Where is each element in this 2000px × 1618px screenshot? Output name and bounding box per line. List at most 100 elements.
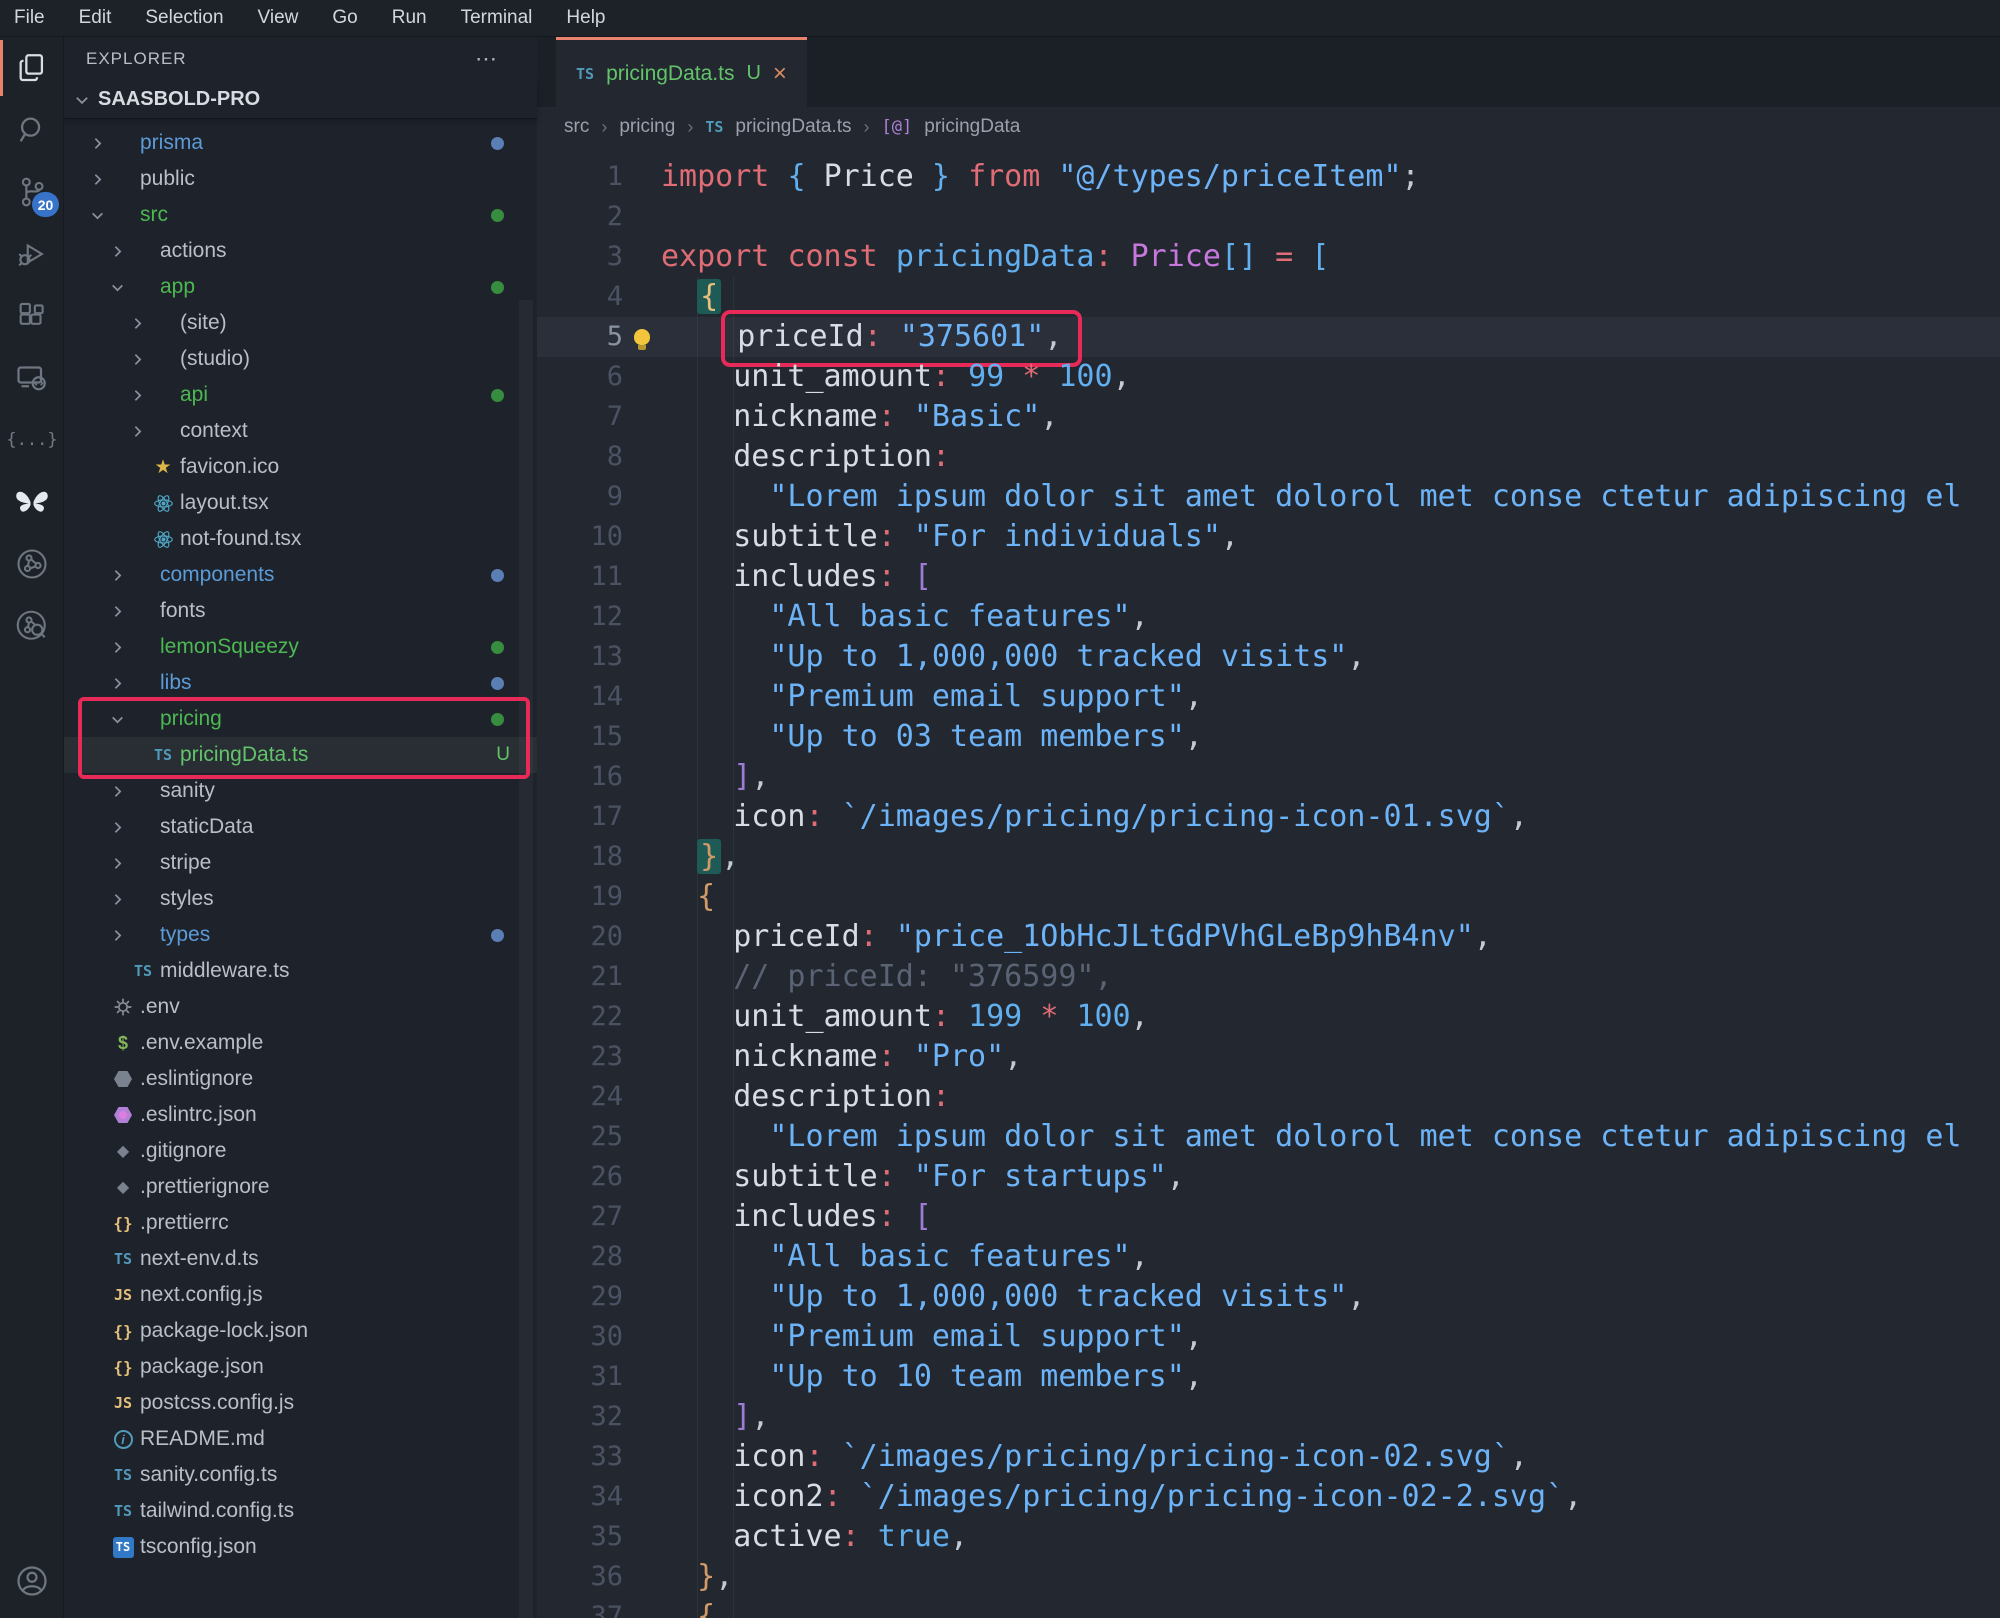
tree-item-package.json[interactable]: {}package.json bbox=[64, 1349, 537, 1385]
menu-item-edit[interactable]: Edit bbox=[79, 7, 112, 29]
tree-item-fonts[interactable]: fonts bbox=[64, 593, 537, 629]
tree-item-stripe[interactable]: stripe bbox=[64, 845, 537, 881]
close-icon[interactable]: × bbox=[773, 62, 787, 86]
explorer-more-actions-icon[interactable]: ⋯ bbox=[475, 46, 499, 72]
code-editor[interactable]: 1import { Price } from "@/types/priceIte… bbox=[537, 147, 2000, 1618]
code-line-31[interactable]: 31 "Up to 10 team members", bbox=[537, 1357, 2000, 1397]
tree-item-context[interactable]: context bbox=[64, 413, 537, 449]
tree-item-src[interactable]: src bbox=[64, 197, 537, 233]
breadcrumb-item-src[interactable]: src bbox=[564, 116, 589, 138]
tree-item-not-found.tsx[interactable]: not-found.tsx bbox=[64, 521, 537, 557]
code-line-24[interactable]: 24 description: bbox=[537, 1077, 2000, 1117]
graph-circle-icon[interactable] bbox=[0, 533, 64, 595]
tree-item-tsconfig.json[interactable]: TStsconfig.json bbox=[64, 1529, 537, 1565]
code-line-9[interactable]: 9 "Lorem ipsum dolor sit amet dolorol me… bbox=[537, 477, 2000, 517]
code-line-30[interactable]: 30 "Premium email support", bbox=[537, 1317, 2000, 1357]
code-line-10[interactable]: 10 subtitle: "For individuals", bbox=[537, 517, 2000, 557]
tree-item-.gitignore[interactable]: ◆.gitignore bbox=[64, 1133, 537, 1169]
code-line-37[interactable]: 37 { bbox=[537, 1597, 2000, 1618]
code-line-16[interactable]: 16 ], bbox=[537, 757, 2000, 797]
tree-item-pricingData.ts[interactable]: TSpricingData.tsU bbox=[64, 737, 537, 773]
menu-item-selection[interactable]: Selection bbox=[145, 7, 223, 29]
code-line-33[interactable]: 33 icon: `/images/pricing/pricing-icon-0… bbox=[537, 1437, 2000, 1477]
code-line-6[interactable]: 6 unit_amount: 99 * 100, bbox=[537, 357, 2000, 397]
code-line-36[interactable]: 36 }, bbox=[537, 1557, 2000, 1597]
code-line-13[interactable]: 13 "Up to 1,000,000 tracked visits", bbox=[537, 637, 2000, 677]
code-line-19[interactable]: 19 { bbox=[537, 877, 2000, 917]
snippets-braces-icon[interactable]: {...} bbox=[0, 409, 64, 471]
menu-item-go[interactable]: Go bbox=[332, 7, 357, 29]
tree-item-sanity[interactable]: sanity bbox=[64, 773, 537, 809]
butterfly-icon[interactable] bbox=[0, 471, 64, 533]
tree-item-next-env.d.ts[interactable]: TSnext-env.d.ts bbox=[64, 1241, 537, 1277]
code-line-23[interactable]: 23 nickname: "Pro", bbox=[537, 1037, 2000, 1077]
search-icon[interactable] bbox=[0, 99, 64, 161]
remote-explorer-icon[interactable] bbox=[0, 347, 64, 409]
tree-item-layout.tsx[interactable]: layout.tsx bbox=[64, 485, 537, 521]
tree-item-postcss.config.js[interactable]: JSpostcss.config.js bbox=[64, 1385, 537, 1421]
explorer-icon[interactable] bbox=[0, 37, 64, 99]
tab-pricingdata[interactable]: TS pricingData.ts U × bbox=[556, 37, 807, 107]
graph-search-circle-icon[interactable] bbox=[0, 595, 64, 657]
code-line-5[interactable]: 5 priceId: "375601", bbox=[537, 317, 2000, 357]
breadcrumb-item-pricingData.ts[interactable]: pricingData.ts bbox=[735, 116, 851, 138]
menu-item-terminal[interactable]: Terminal bbox=[461, 7, 533, 29]
code-line-26[interactable]: 26 subtitle: "For startups", bbox=[537, 1157, 2000, 1197]
code-line-1[interactable]: 1import { Price } from "@/types/priceIte… bbox=[537, 157, 2000, 197]
tree-item-sanity.config.ts[interactable]: TSsanity.config.ts bbox=[64, 1457, 537, 1493]
menu-item-file[interactable]: File bbox=[14, 7, 45, 29]
code-line-20[interactable]: 20 priceId: "price_1ObHcJLtGdPVhGLeBp9hB… bbox=[537, 917, 2000, 957]
tree-item-.prettierignore[interactable]: ◆.prettierignore bbox=[64, 1169, 537, 1205]
code-line-32[interactable]: 32 ], bbox=[537, 1397, 2000, 1437]
sidebar-scrollbar[interactable] bbox=[519, 300, 533, 1618]
code-line-3[interactable]: 3export const pricingData: Price[] = [ bbox=[537, 237, 2000, 277]
code-line-14[interactable]: 14 "Premium email support", bbox=[537, 677, 2000, 717]
tree-item-tailwind.config.ts[interactable]: TStailwind.config.ts bbox=[64, 1493, 537, 1529]
code-line-29[interactable]: 29 "Up to 1,000,000 tracked visits", bbox=[537, 1277, 2000, 1317]
tree-item-studio[interactable]: (studio) bbox=[64, 341, 537, 377]
code-line-12[interactable]: 12 "All basic features", bbox=[537, 597, 2000, 637]
code-line-35[interactable]: 35 active: true, bbox=[537, 1517, 2000, 1557]
tree-item-favicon.ico[interactable]: ★favicon.ico bbox=[64, 449, 537, 485]
tree-item-public[interactable]: public bbox=[64, 161, 537, 197]
tree-item-styles[interactable]: styles bbox=[64, 881, 537, 917]
extensions-icon[interactable] bbox=[0, 285, 64, 347]
code-line-17[interactable]: 17 icon: `/images/pricing/pricing-icon-0… bbox=[537, 797, 2000, 837]
breadcrumb-item-pricing[interactable]: pricing bbox=[619, 116, 675, 138]
tree-item-lemonSqueezy[interactable]: lemonSqueezy bbox=[64, 629, 537, 665]
code-line-8[interactable]: 8 description: bbox=[537, 437, 2000, 477]
breadcrumb-item-pricingData[interactable]: pricingData bbox=[924, 116, 1020, 138]
tree-item-package-lock.json[interactable]: {}package-lock.json bbox=[64, 1313, 537, 1349]
tree-item-middleware.ts[interactable]: TSmiddleware.ts bbox=[64, 953, 537, 989]
tree-item-.eslintignore[interactable]: .eslintignore bbox=[64, 1061, 537, 1097]
code-line-34[interactable]: 34 icon2: `/images/pricing/pricing-icon-… bbox=[537, 1477, 2000, 1517]
tree-item-actions[interactable]: actions bbox=[64, 233, 537, 269]
menu-item-view[interactable]: View bbox=[258, 7, 299, 29]
code-line-2[interactable]: 2 bbox=[537, 197, 2000, 237]
menu-item-run[interactable]: Run bbox=[392, 7, 427, 29]
code-line-15[interactable]: 15 "Up to 03 team members", bbox=[537, 717, 2000, 757]
workspace-root-folder[interactable]: SAASBOLD-PRO bbox=[64, 81, 537, 119]
tree-item-.eslintrc.json[interactable]: .eslintrc.json bbox=[64, 1097, 537, 1133]
code-line-28[interactable]: 28 "All basic features", bbox=[537, 1237, 2000, 1277]
tree-item-.env.example[interactable]: $.env.example bbox=[64, 1025, 537, 1061]
tree-item-README.md[interactable]: iREADME.md bbox=[64, 1421, 537, 1457]
code-line-7[interactable]: 7 nickname: "Basic", bbox=[537, 397, 2000, 437]
code-line-21[interactable]: 21 // priceId: "376599", bbox=[537, 957, 2000, 997]
account-icon[interactable] bbox=[0, 1550, 64, 1612]
tree-item-.prettierrc[interactable]: {}.prettierrc bbox=[64, 1205, 537, 1241]
tree-item-site[interactable]: (site) bbox=[64, 305, 537, 341]
code-line-27[interactable]: 27 includes: [ bbox=[537, 1197, 2000, 1237]
source-control-icon[interactable]: 20 bbox=[0, 161, 64, 223]
code-line-11[interactable]: 11 includes: [ bbox=[537, 557, 2000, 597]
tree-item-api[interactable]: api bbox=[64, 377, 537, 413]
lightbulb-icon[interactable] bbox=[634, 329, 650, 345]
menu-item-help[interactable]: Help bbox=[566, 7, 605, 29]
tree-item-pricing[interactable]: pricing bbox=[64, 701, 537, 737]
tree-item-types[interactable]: types bbox=[64, 917, 537, 953]
tree-item-next.config.js[interactable]: JSnext.config.js bbox=[64, 1277, 537, 1313]
code-line-25[interactable]: 25 "Lorem ipsum dolor sit amet dolorol m… bbox=[537, 1117, 2000, 1157]
code-line-18[interactable]: 18 }, bbox=[537, 837, 2000, 877]
tree-item-prisma[interactable]: prisma bbox=[64, 125, 537, 161]
code-line-22[interactable]: 22 unit_amount: 199 * 100, bbox=[537, 997, 2000, 1037]
